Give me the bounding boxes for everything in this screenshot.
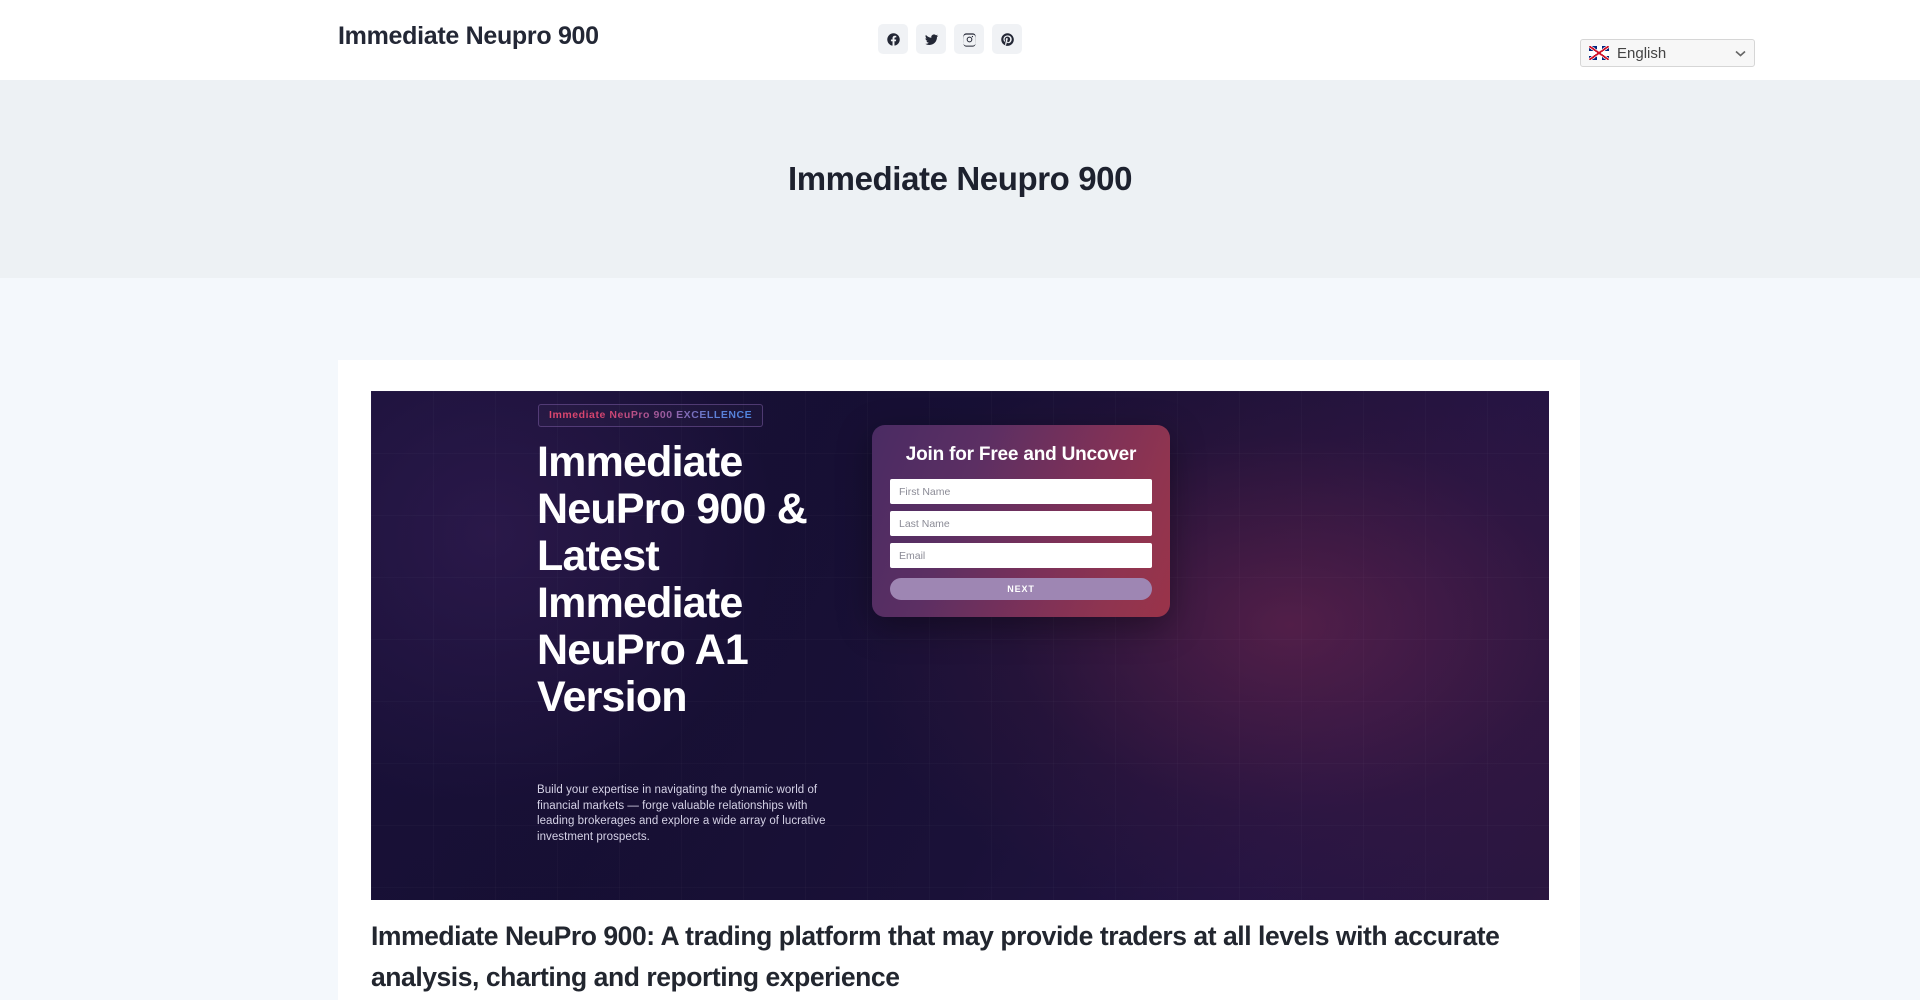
twitter-icon [924,32,939,47]
signup-form-title: Join for Free and Uncover [905,444,1137,465]
hero-subtext: Build your expertise in navigating the d… [537,784,826,843]
page-title: Immediate Neupro 900 [787,160,1133,197]
page-hero-band: Immediate Neupro 900 [0,80,1920,278]
email-input[interactable] [890,543,1152,568]
uk-flag-icon [1589,46,1609,60]
facebook-icon [886,32,901,47]
site-brand-link[interactable]: Immediate Neupro 900 [338,22,599,51]
pinterest-icon [1000,32,1015,47]
language-selected-label: English [1617,44,1667,62]
hero-headline: Immediate NeuPro 900 & Latest Immediate … [537,438,808,721]
facebook-icon-button[interactable] [878,24,908,54]
hero-badge-label: Immediate NeuPro 900 EXCELLENCE [549,409,753,421]
last-name-input[interactable] [890,511,1152,536]
page-body: Immediate NeuPro 900 EXCELLENCE Immediat… [0,278,1920,1000]
signup-form-card: Join for Free and Uncover NEXT [872,425,1170,617]
instagram-icon [962,32,977,47]
hero-promo-image: Immediate NeuPro 900 EXCELLENCE Immediat… [371,391,1549,900]
article-card: Immediate NeuPro 900 EXCELLENCE Immediat… [338,360,1580,1000]
first-name-input[interactable] [890,479,1152,504]
instagram-icon-button[interactable] [954,24,984,54]
hero-badge: Immediate NeuPro 900 EXCELLENCE [538,404,764,427]
social-links [878,24,1022,54]
chevron-down-icon [1735,50,1746,57]
article-heading: Immediate NeuPro 900: A trading platform… [371,921,1500,992]
language-selector[interactable]: English [1580,39,1755,67]
site-header: Immediate Neupro 900 English [0,0,1920,80]
twitter-icon-button[interactable] [916,24,946,54]
next-button[interactable]: NEXT [890,578,1152,600]
pinterest-icon-button[interactable] [992,24,1022,54]
